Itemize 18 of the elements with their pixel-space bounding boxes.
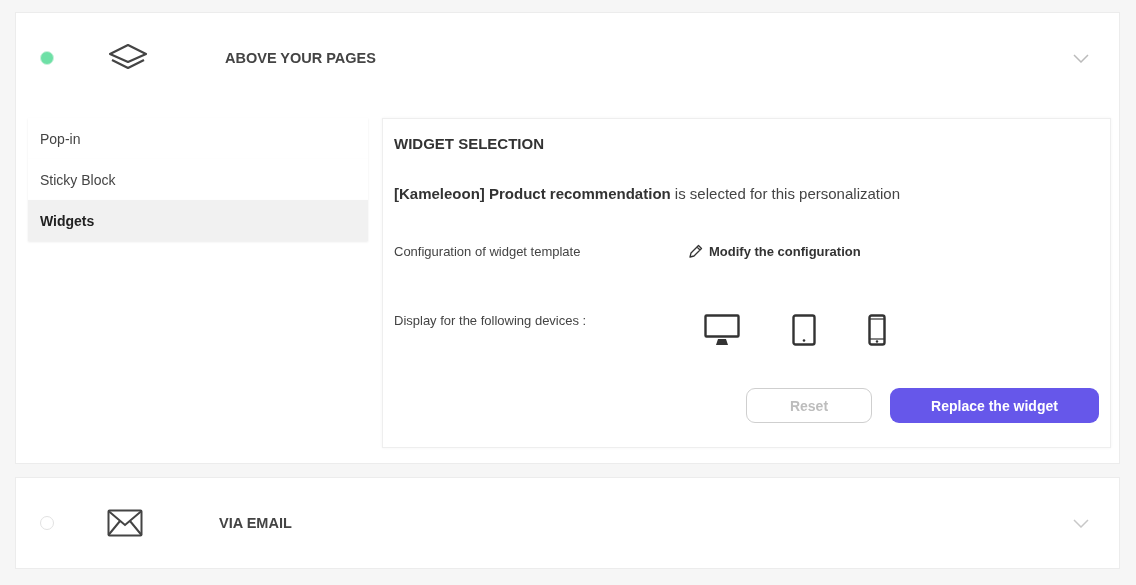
menu-item[interactable]: Pop-in <box>28 118 368 159</box>
menu-item[interactable]: Sticky Block <box>28 159 368 200</box>
envelope-icon <box>107 509 143 537</box>
section-header[interactable]: ABOVE YOUR PAGES <box>16 13 1119 103</box>
section-header[interactable]: VIA EMAIL <box>16 478 1119 568</box>
replace-button[interactable]: Replace the widget <box>890 388 1099 423</box>
menu-item[interactable]: Widgets <box>28 200 368 241</box>
selection-text: [Kameleoon] Product recommendation is selected for this personalization <box>394 185 901 202</box>
section-title: VIA EMAIL <box>219 515 293 531</box>
section-title: ABOVE YOUR PAGES <box>225 50 377 66</box>
panel-heading: WIDGET SELECTION <box>394 135 545 152</box>
desktop-icon[interactable] <box>704 314 740 346</box>
pencil-icon <box>688 244 703 259</box>
modify-link[interactable]: Modify the configuration <box>688 244 861 259</box>
tablet-icon[interactable] <box>792 314 816 346</box>
phone-icon[interactable] <box>868 314 886 346</box>
devices-label: Display for the following devices : <box>394 313 588 328</box>
config-label: Configuration of widget template <box>394 244 582 259</box>
